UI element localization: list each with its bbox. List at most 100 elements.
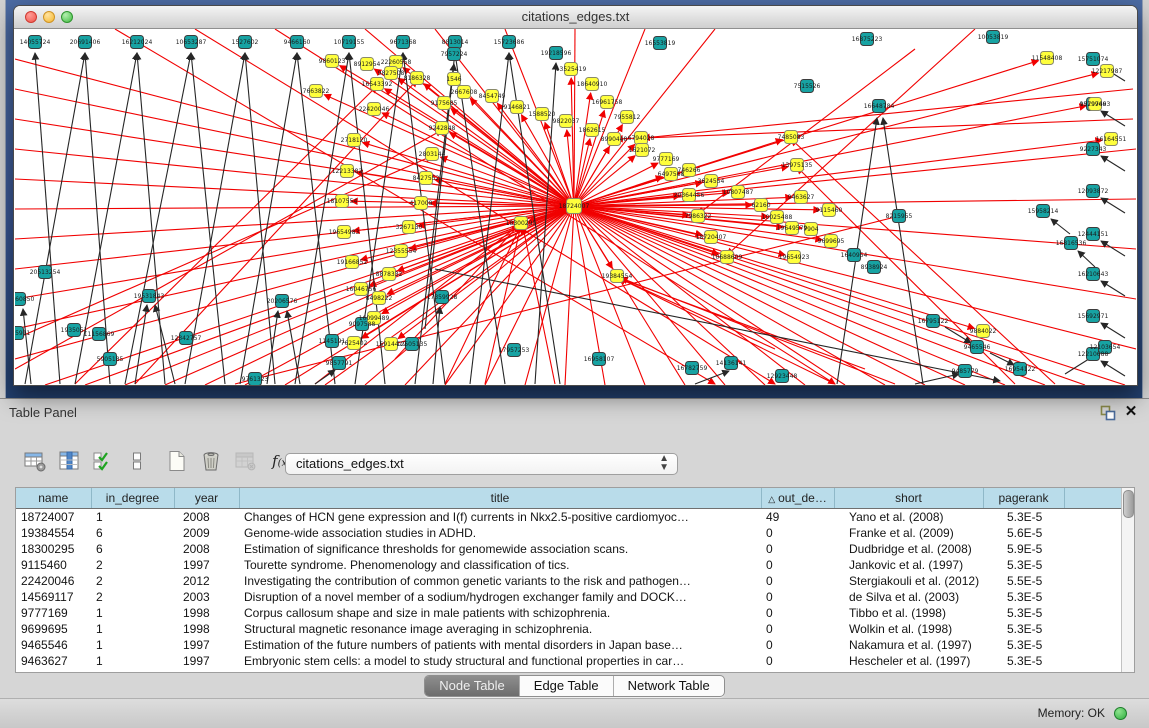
citation-edge-black[interactable] xyxy=(1101,198,1125,213)
table-scrollbar[interactable] xyxy=(1121,488,1134,672)
row-toggle-icon[interactable] xyxy=(124,447,150,475)
left-panel-grippy[interactable] xyxy=(0,0,6,398)
table-row[interactable]: 1456911722003Disruption of a novel membe… xyxy=(16,589,1122,605)
citation-edge-black[interactable] xyxy=(1051,219,1070,234)
cell-pagerank[interactable]: 5.3E-5 xyxy=(983,557,1064,573)
cell-year[interactable]: 1997 xyxy=(174,653,239,669)
citation-edge-black[interactable] xyxy=(1101,323,1125,338)
cell-out_degree[interactable]: 0 xyxy=(761,621,834,637)
cell-short[interactable]: Wolkin et al. (1998) xyxy=(834,621,983,637)
cell-year[interactable]: 2012 xyxy=(174,573,239,589)
cell-in_degree[interactable]: 2 xyxy=(91,573,174,589)
cell-pagerank[interactable]: 5.3E-5 xyxy=(983,637,1064,653)
citation-edge-red[interactable] xyxy=(15,206,574,329)
cell-out_degree[interactable]: 0 xyxy=(761,573,834,589)
tab-network-table[interactable]: Network Table xyxy=(613,676,724,696)
table-settings-icon[interactable] xyxy=(22,447,48,475)
citation-edge-black[interactable] xyxy=(245,53,275,384)
cell-short[interactable]: Tibbo et al. (1998) xyxy=(834,605,983,621)
window-titlebar[interactable]: citations_edges.txt xyxy=(14,6,1137,29)
citation-edge-black[interactable] xyxy=(287,311,300,384)
cell-in_degree[interactable]: 1 xyxy=(91,653,174,669)
citation-edge-red[interactable] xyxy=(195,29,775,384)
cell-out_degree[interactable]: 0 xyxy=(761,637,834,653)
citation-edge-red[interactable] xyxy=(382,113,574,206)
cell-title[interactable]: Structural magnetic resonance image aver… xyxy=(239,621,761,637)
cell-in_degree[interactable]: 2 xyxy=(91,589,174,605)
citation-edge-black[interactable] xyxy=(315,370,335,384)
cell-title[interactable]: Changes of HCN gene expression and I(f) … xyxy=(239,509,761,526)
cell-short[interactable]: Jankovic et al. (1997) xyxy=(834,557,983,573)
cell-in_degree[interactable]: 1 xyxy=(91,509,174,526)
cell-short[interactable]: Hescheler et al. (1997) xyxy=(834,653,983,669)
cell-short[interactable]: Stergiakouli et al. (2012) xyxy=(834,573,983,589)
import-table-icon[interactable] xyxy=(232,447,258,475)
citation-edge-red[interactable] xyxy=(485,206,574,385)
column-checklist-icon[interactable] xyxy=(90,447,116,475)
cell-pagerank[interactable]: 5.3E-5 xyxy=(983,509,1064,526)
tab-edge-table[interactable]: Edge Table xyxy=(519,676,613,696)
cell-year[interactable]: 1998 xyxy=(174,621,239,637)
cell-title[interactable]: Genome-wide association studies in ADHD. xyxy=(239,525,761,541)
cell-year[interactable]: 2008 xyxy=(174,541,239,557)
cell-name[interactable]: 18724007 xyxy=(16,509,91,526)
cell-name[interactable]: 9699695 xyxy=(16,621,91,637)
cell-name[interactable]: 18300295 xyxy=(16,541,91,557)
citation-edge-red[interactable] xyxy=(574,106,1086,206)
citation-edge-black[interactable] xyxy=(1101,361,1125,376)
table-row[interactable]: 1872400712008Changes of HCN gene express… xyxy=(16,509,1122,526)
cell-pagerank[interactable]: 5.6E-5 xyxy=(983,525,1064,541)
cell-name[interactable]: 19384554 xyxy=(16,525,91,541)
cell-pagerank[interactable]: 5.3E-5 xyxy=(983,589,1064,605)
column-header-pagerank[interactable]: pagerank xyxy=(983,488,1064,509)
memory-ok-icon[interactable] xyxy=(1114,707,1127,720)
new-file-icon[interactable] xyxy=(164,447,190,475)
table-row[interactable]: 977716911998Corpus callosum shape and si… xyxy=(16,605,1122,621)
citation-edge-black[interactable] xyxy=(135,305,147,384)
cell-in_degree[interactable]: 1 xyxy=(91,637,174,653)
cell-short[interactable]: Dudbridge et al. (2008) xyxy=(834,541,983,557)
cell-title[interactable]: Disruption of a novel member of a sodium… xyxy=(239,589,761,605)
cell-name[interactable]: 9463627 xyxy=(16,653,91,669)
cell-in_degree[interactable]: 1 xyxy=(91,621,174,637)
table-row[interactable]: 946554611997Estimation of the future num… xyxy=(16,637,1122,653)
citation-edge-red[interactable] xyxy=(15,89,574,206)
cell-out_degree[interactable]: 0 xyxy=(761,557,834,573)
close-icon[interactable]: ✕ xyxy=(1122,402,1140,422)
cell-pagerank[interactable]: 5.9E-5 xyxy=(983,541,1064,557)
table-row[interactable]: 969969511998Structural magnetic resonanc… xyxy=(16,621,1122,637)
cell-title[interactable]: Investigating the contribution of common… xyxy=(239,573,761,589)
citation-edge-red[interactable] xyxy=(485,225,521,384)
table-row[interactable]: 946362711997Embryonic stem cells: a mode… xyxy=(16,653,1122,669)
citation-network-graph[interactable]: 1872400718300295140557242069140616212024… xyxy=(15,29,1136,385)
citation-edge-red[interactable] xyxy=(621,278,895,384)
cell-in_degree[interactable]: 1 xyxy=(91,605,174,621)
scrollbar-thumb[interactable] xyxy=(1123,490,1134,518)
table-row[interactable]: 2242004622012Investigating the contribut… xyxy=(16,573,1122,589)
citation-edge-black[interactable] xyxy=(1101,111,1125,126)
table-row[interactable]: 911546021997Tourette syndrome. Phenomeno… xyxy=(16,557,1122,573)
citation-edge-black[interactable] xyxy=(1078,251,1095,267)
table-source-dropdown[interactable]: citations_edges.txt ▲▼ xyxy=(285,453,678,475)
citation-edge-red[interactable] xyxy=(15,149,574,206)
cell-in_degree[interactable]: 6 xyxy=(91,525,174,541)
cell-out_degree[interactable]: 0 xyxy=(761,605,834,621)
citation-edge-red[interactable] xyxy=(351,201,574,206)
cell-out_degree[interactable]: 0 xyxy=(761,525,834,541)
cell-title[interactable]: Tourette syndrome. Phenomenology and cla… xyxy=(239,557,761,573)
cell-name[interactable]: 9465546 xyxy=(16,637,91,653)
citation-edge-red[interactable] xyxy=(643,89,1133,138)
cell-short[interactable]: Franke et al. (2009) xyxy=(834,525,983,541)
cell-out_degree[interactable]: 0 xyxy=(761,541,834,557)
cell-title[interactable]: Corpus callosum shape and size in male p… xyxy=(239,605,761,621)
float-panel-icon[interactable] xyxy=(1100,405,1116,421)
cell-title[interactable]: Embryonic stem cells: a model to study s… xyxy=(239,653,761,669)
table-row[interactable]: 1938455462009Genome-wide association stu… xyxy=(16,525,1122,541)
network-view-window[interactable]: citations_edges.txt 18724007183002951405… xyxy=(13,5,1138,386)
tab-node-table[interactable]: Node Table xyxy=(425,676,519,696)
cell-year[interactable]: 1997 xyxy=(174,557,239,573)
cell-year[interactable]: 2008 xyxy=(174,509,239,526)
column-header-short[interactable]: short xyxy=(834,488,983,509)
cell-pagerank[interactable]: 5.3E-5 xyxy=(983,653,1064,669)
cell-out_degree[interactable]: 0 xyxy=(761,589,834,605)
